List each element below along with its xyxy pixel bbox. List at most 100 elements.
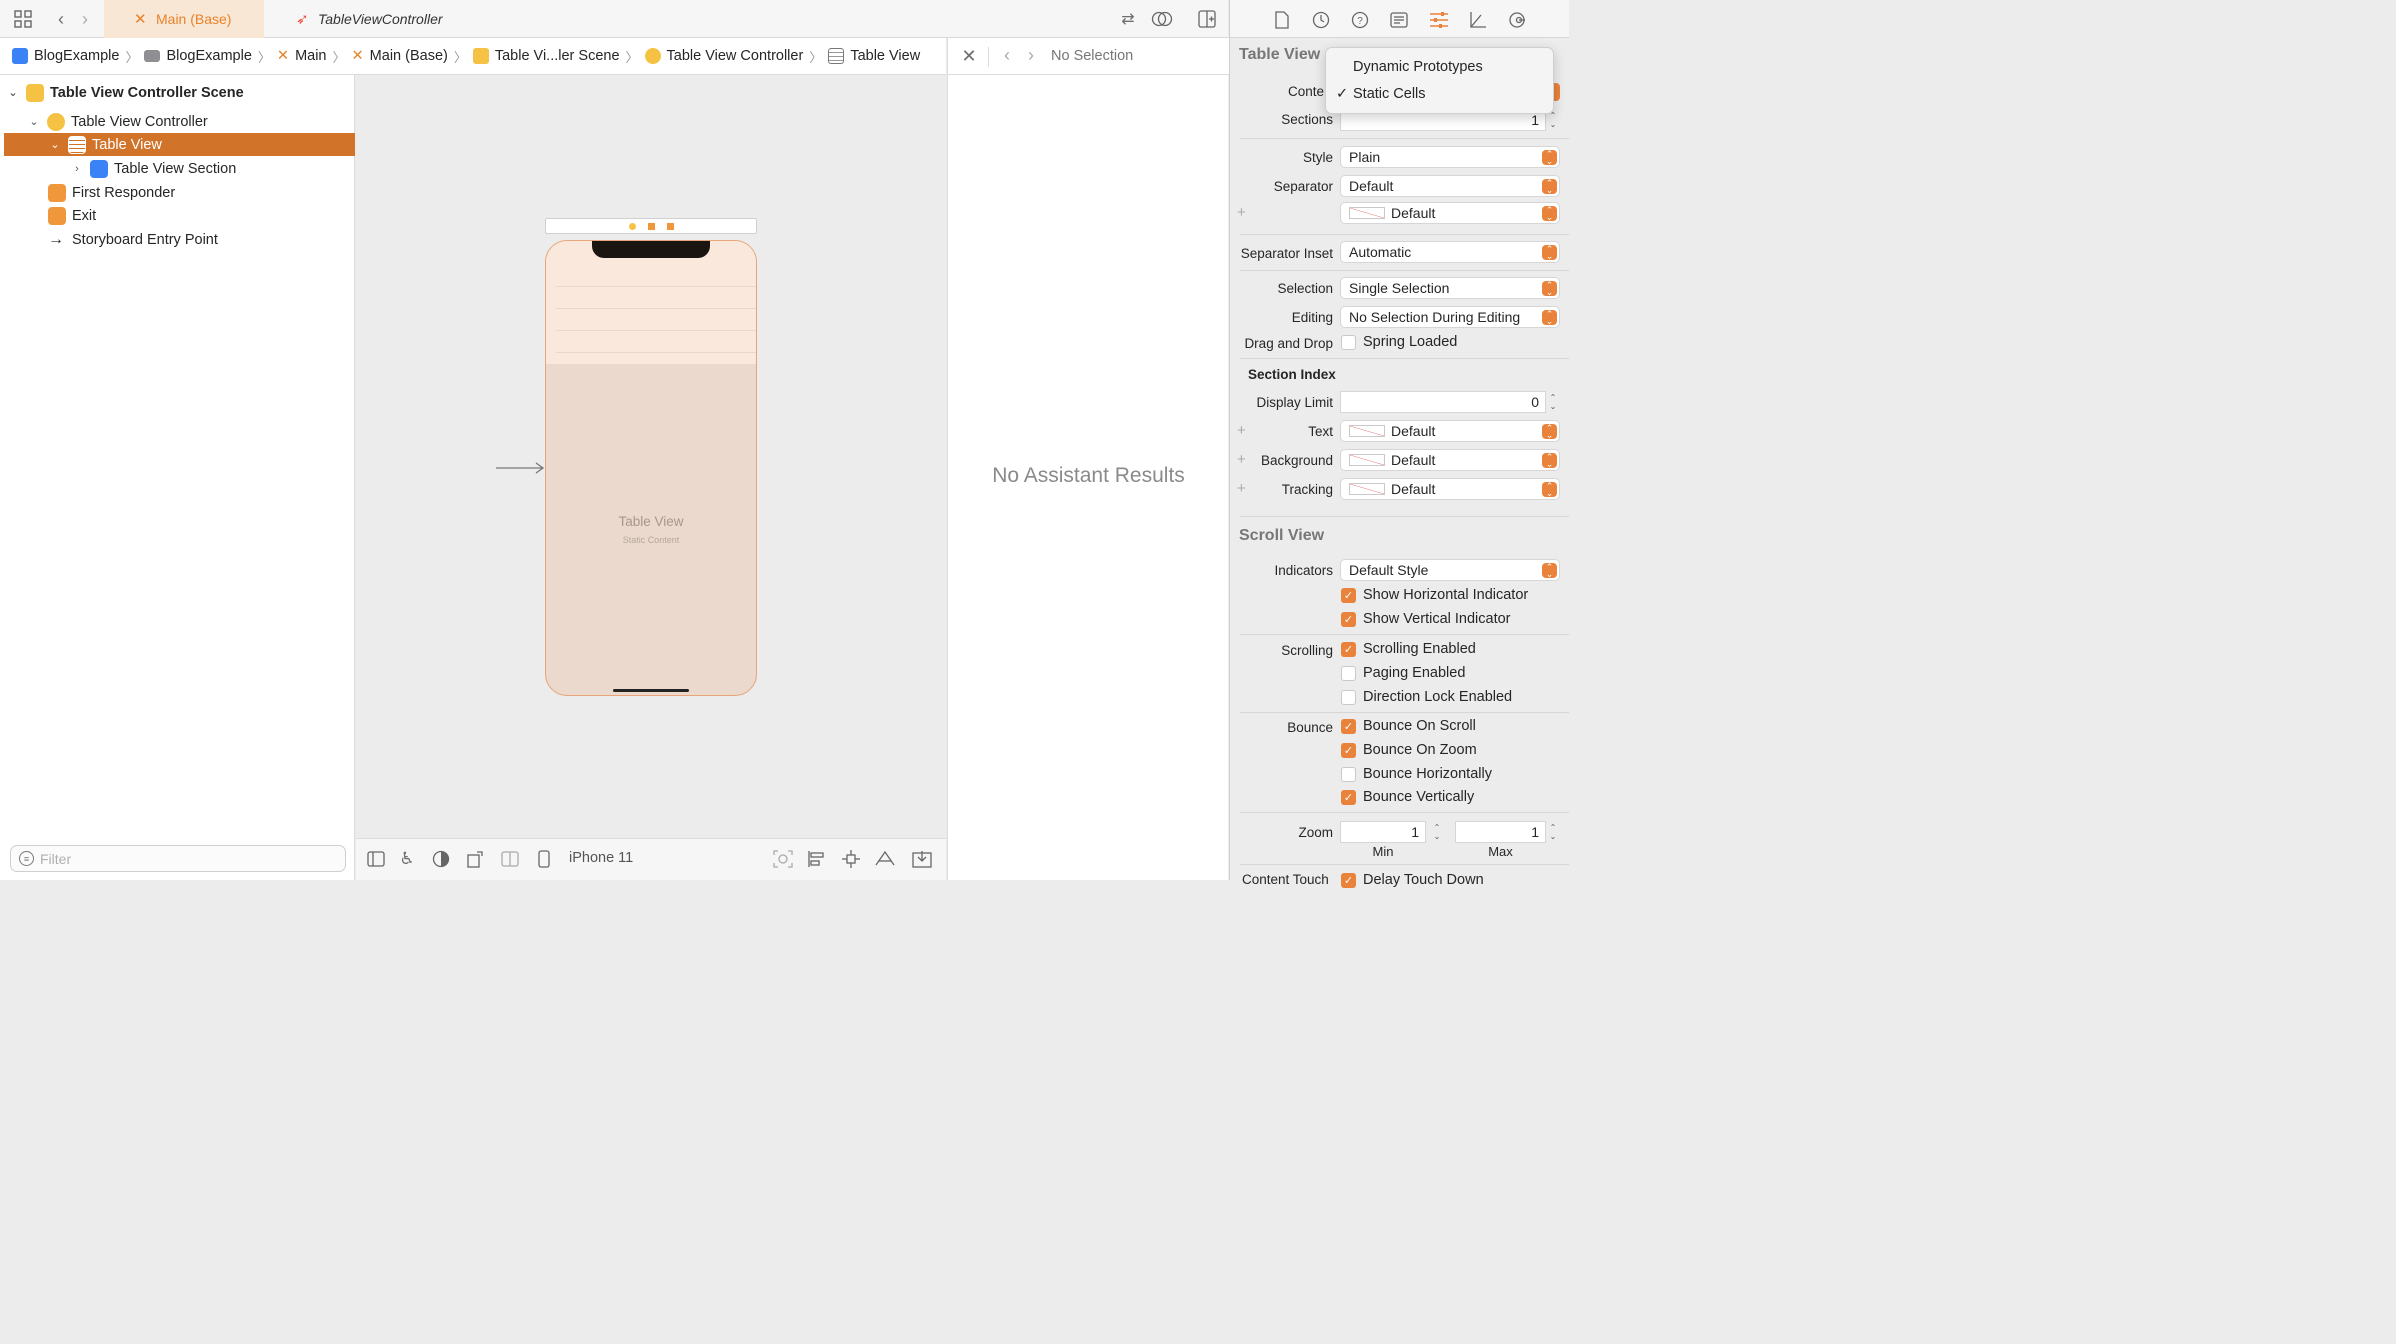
split-icon[interactable] [500, 850, 520, 868]
separator-label: Separator [1273, 179, 1333, 194]
device-icon[interactable] [536, 850, 552, 868]
outline-item-first-responder[interactable]: First Responder [0, 181, 355, 204]
close-icon[interactable]: ✕ [960, 46, 978, 66]
background-color-popup[interactable]: Default ⌃ ⌄ [1340, 449, 1560, 471]
entry-point-arrow[interactable] [496, 461, 546, 474]
selection-popup[interactable]: Single Selection ⌃ ⌄ [1340, 277, 1560, 299]
static-cells-area[interactable] [546, 241, 756, 364]
table-view-controller-frame[interactable]: Table View Static Content [545, 240, 757, 696]
orientation-icon[interactable] [465, 850, 485, 868]
resolve-icon[interactable] [874, 850, 896, 868]
bounce-on-zoom-checkbox[interactable]: ✓ Bounce On Zoom [1341, 742, 1477, 758]
chevron-down-icon[interactable]: ⌄ [48, 138, 62, 151]
breadcrumb-item[interactable]: ✕ Main [277, 48, 327, 64]
plus-icon[interactable]: + [1237, 204, 1246, 221]
breadcrumb-item[interactable]: Table View Controller [644, 48, 803, 64]
history-icon[interactable] [1312, 11, 1330, 29]
chevron-right-icon: 〉 [453, 49, 467, 65]
accessibility-icon[interactable]: ♿ [397, 849, 417, 868]
separator-popup[interactable]: Default ⌃ ⌄ [1340, 175, 1560, 197]
editing-popup[interactable]: No Selection During Editing ⌃ ⌄ [1340, 306, 1560, 328]
file-icon[interactable] [1274, 11, 1290, 29]
chevron-right-icon[interactable]: › [70, 163, 84, 175]
bounce-horizontally-checkbox[interactable]: Bounce Horizontally [1341, 766, 1492, 782]
content-dropdown-menu[interactable]: Dynamic Prototypes ✓ Static Cells [1325, 47, 1554, 114]
storyboard-canvas[interactable]: Table View Static Content [356, 75, 946, 838]
zoom-fit-icon[interactable] [772, 850, 794, 868]
rings-icon[interactable] [1150, 10, 1174, 28]
identity-icon[interactable] [1390, 11, 1408, 29]
checkmark-icon: ✓ [1341, 789, 1356, 805]
zoom-max-stepper[interactable]: ⌃ ⌄ [1547, 821, 1559, 843]
no-selection-label[interactable]: No Selection [1051, 48, 1133, 64]
chevron-updown-icon: ⌃ ⌄ [1542, 452, 1557, 468]
breadcrumb: BlogExample 〉 BlogExample 〉 ✕ Main 〉 ✕ Main (… [0, 38, 946, 75]
separator-inset-popup[interactable]: Automatic ⌃ ⌄ [1340, 241, 1560, 263]
separator-color-popup[interactable]: Default ⌃ ⌄ [1340, 202, 1560, 224]
back-icon[interactable]: ‹ [1000, 45, 1014, 65]
show-horizontal-indicator-checkbox[interactable]: ✓ Show Horizontal Indicator [1341, 587, 1528, 603]
exit-icon[interactable] [667, 223, 674, 230]
filter-field[interactable]: ≡ Filter [10, 845, 346, 872]
first-responder-icon [48, 183, 66, 202]
appearance-icon[interactable] [431, 850, 451, 868]
outline-item-controller[interactable]: ⌄ Table View Controller [0, 110, 355, 133]
breadcrumb-item[interactable]: BlogExample [144, 48, 252, 64]
chevron-right-icon: 〉 [809, 49, 823, 65]
forward-icon[interactable]: › [78, 9, 92, 29]
display-limit-field[interactable]: 0 [1340, 391, 1546, 413]
embed-icon[interactable] [911, 850, 933, 868]
sidebar-toggle-icon[interactable] [367, 850, 385, 868]
display-limit-stepper[interactable]: ⌃ ⌄ [1547, 391, 1559, 413]
breadcrumb-item[interactable]: ✕ Main (Base) [352, 48, 448, 64]
device-name[interactable]: iPhone 11 [569, 850, 633, 866]
outline-item-scene[interactable]: ⌄ Table View Controller Scene [0, 81, 355, 104]
bounce-vertically-checkbox[interactable]: ✓ Bounce Vertically [1341, 789, 1474, 805]
spring-loaded-checkbox[interactable]: Spring Loaded [1341, 334, 1457, 350]
swap-icon[interactable]: ⇄ [1118, 10, 1138, 28]
chevron-down-icon[interactable]: ⌄ [6, 86, 20, 99]
outline-item-table-view[interactable]: ⌄ Table View [4, 133, 355, 156]
size-icon[interactable] [1469, 11, 1487, 29]
zoom-min-field[interactable]: 1 [1340, 821, 1426, 843]
help-icon[interactable]: ? [1351, 11, 1369, 29]
add-editor-icon[interactable] [1197, 10, 1217, 28]
chevron-down-icon[interactable]: ⌄ [27, 115, 41, 128]
outline-item-section[interactable]: › Table View Section [0, 157, 355, 180]
tab-main-base[interactable]: ✕ Main (Base) [104, 0, 264, 38]
outline-item-entry-point[interactable]: → Storyboard Entry Point [0, 228, 355, 251]
show-vertical-indicator-checkbox[interactable]: ✓ Show Vertical Indicator [1341, 611, 1511, 627]
delay-touch-down-checkbox[interactable]: ✓ Delay Touch Down [1341, 872, 1484, 888]
outline-item-exit[interactable]: Exit [0, 204, 355, 227]
menu-item-dynamic-prototypes[interactable]: Dynamic Prototypes [1326, 56, 1553, 78]
pin-icon[interactable] [840, 850, 862, 868]
table-view-icon [68, 135, 86, 154]
zoom-max-field[interactable]: 1 [1455, 821, 1546, 843]
style-popup[interactable]: Plain ⌃ ⌄ [1340, 146, 1560, 168]
plus-icon[interactable]: + [1237, 480, 1246, 497]
scrolling-enabled-checkbox[interactable]: ✓ Scrolling Enabled [1341, 641, 1476, 657]
grid-icon[interactable] [14, 10, 32, 28]
scene-dock[interactable] [545, 218, 757, 234]
back-icon[interactable]: ‹ [54, 9, 68, 29]
align-icon[interactable] [806, 850, 828, 868]
connections-icon[interactable] [1508, 11, 1526, 29]
breadcrumb-item[interactable]: BlogExample [12, 48, 119, 64]
plus-icon[interactable]: + [1237, 422, 1246, 439]
text-color-popup[interactable]: Default ⌃ ⌄ [1340, 420, 1560, 442]
tab-tableviewcontroller[interactable]: ➶ TableViewController [290, 0, 480, 38]
tracking-color-popup[interactable]: Default ⌃ ⌄ [1340, 478, 1560, 500]
first-responder-icon[interactable] [648, 223, 655, 230]
indicators-popup[interactable]: Default Style ⌃ ⌄ [1340, 559, 1560, 581]
controller-icon[interactable] [629, 223, 636, 230]
paging-enabled-checkbox[interactable]: Paging Enabled [1341, 665, 1465, 681]
forward-icon[interactable]: › [1024, 45, 1038, 65]
breadcrumb-item[interactable]: Table Vi...ler Scene [472, 48, 620, 64]
bounce-on-scroll-checkbox[interactable]: ✓ Bounce On Scroll [1341, 718, 1476, 734]
zoom-min-stepper[interactable]: ⌃ ⌄ [1431, 821, 1443, 843]
attributes-icon[interactable] [1429, 11, 1449, 29]
breadcrumb-item[interactable]: Table View [828, 48, 920, 64]
direction-lock-checkbox[interactable]: Direction Lock Enabled [1341, 689, 1512, 705]
menu-item-static-cells[interactable]: ✓ Static Cells [1326, 83, 1553, 105]
plus-icon[interactable]: + [1237, 451, 1246, 468]
